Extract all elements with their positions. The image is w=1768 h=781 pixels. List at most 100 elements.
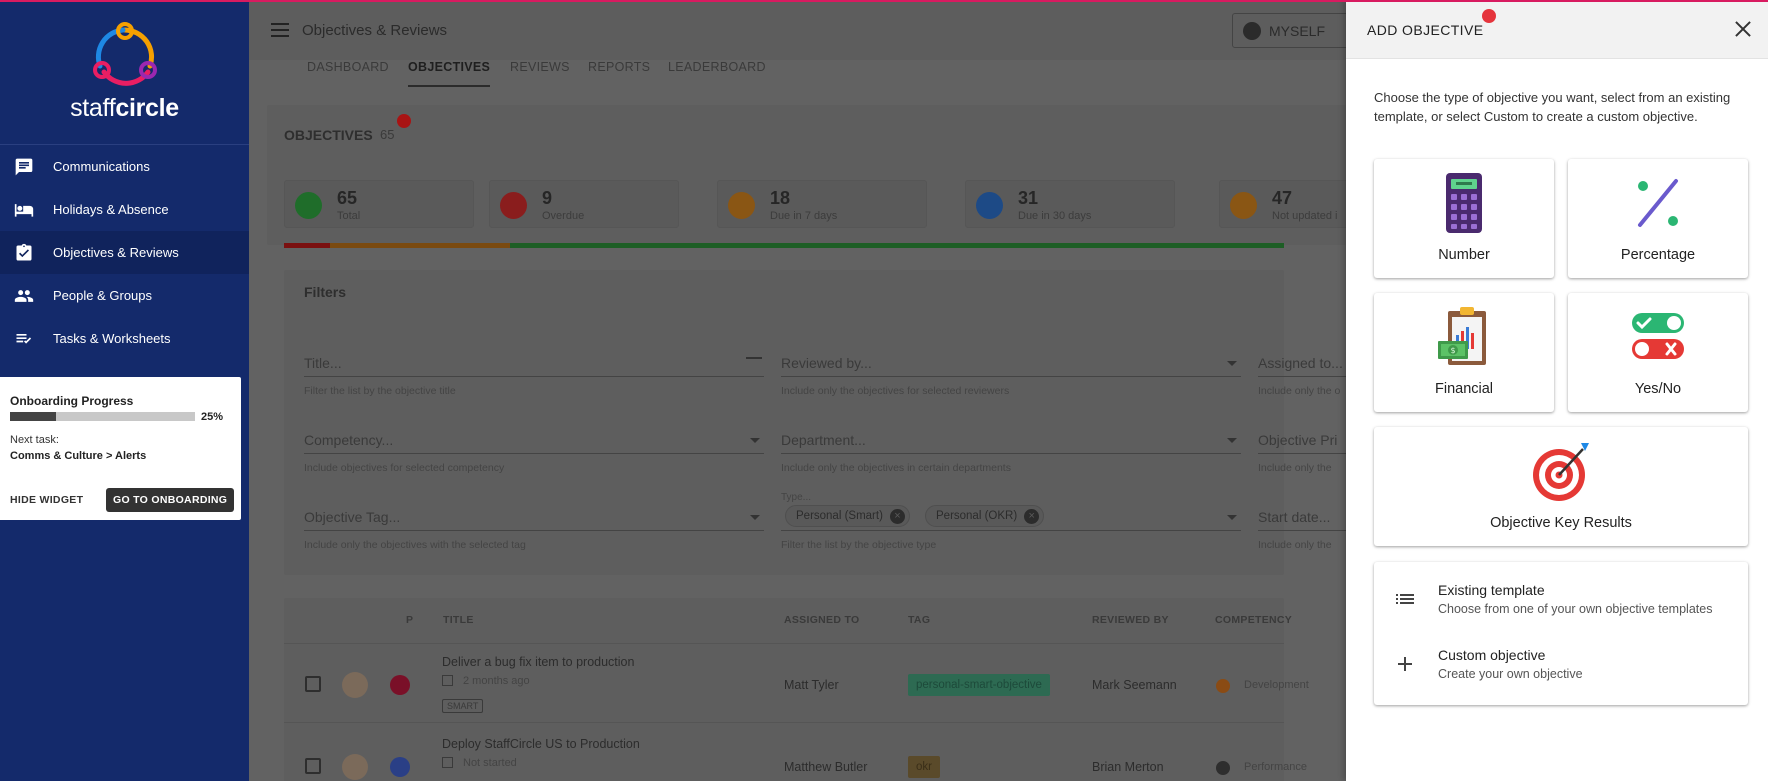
objective-type-percentage[interactable]: Percentage — [1568, 159, 1748, 278]
plus-icon — [1398, 657, 1412, 671]
objective-type-number[interactable]: Number — [1374, 159, 1554, 278]
column-header-competency[interactable]: COMPETENCY — [1215, 614, 1292, 626]
column-header-title[interactable]: TITLE — [443, 614, 474, 626]
objective-priority-hint: Include only the — [1258, 462, 1332, 474]
calculator-icon — [1446, 173, 1482, 233]
row-kind-badge: SMART — [442, 699, 484, 713]
sidebar-item-holidays[interactable]: Holidays & Absence — [0, 188, 249, 231]
onboarding-progress-fill — [10, 412, 57, 421]
stat-due-30-days[interactable]: 31 Due in 30 days — [965, 180, 1175, 228]
row-checkbox[interactable] — [305, 676, 321, 692]
notification-dot — [397, 114, 411, 128]
tab-objectives[interactable]: OBJECTIVES — [408, 60, 491, 87]
onboarding-widget: Onboarding Progress 25% Next task: Comms… — [0, 377, 241, 520]
row-competency: Performance — [1244, 761, 1307, 773]
tab-reviews[interactable]: REVIEWS — [510, 60, 570, 74]
sidebar-item-label: Tasks & Worksheets — [53, 331, 171, 346]
title-filter-input[interactable]: Title... — [304, 351, 764, 377]
objective-priority-placeholder: Objective Pri — [1258, 432, 1338, 448]
existing-template-subtitle: Choose from one of your own objective te… — [1438, 602, 1713, 616]
people-icon — [14, 289, 34, 302]
warning-icon — [1230, 192, 1257, 219]
type-chip-personal-okr[interactable]: Personal (OKR) × — [925, 505, 1045, 527]
top-accent-line — [0, 0, 1768, 2]
myself-button[interactable]: MYSELF — [1232, 13, 1350, 48]
department-select[interactable]: Department... — [781, 428, 1241, 454]
calendar-icon — [442, 675, 453, 686]
stat-not-updated[interactable]: 47 Not updated i — [1219, 180, 1349, 228]
objective-type-yes-no[interactable]: Yes/No — [1568, 293, 1748, 412]
chevron-down-icon — [1227, 515, 1237, 520]
avatar — [342, 672, 368, 698]
objective-type-okr[interactable]: Objective Key Results — [1374, 427, 1748, 546]
assigned-to-select[interactable]: Assigned to... — [1258, 351, 1348, 377]
close-icon[interactable]: × — [1024, 509, 1040, 524]
objective-type-financial[interactable]: $ Financial — [1374, 293, 1554, 412]
competency-select[interactable]: Competency... — [304, 428, 764, 454]
financial-clipboard-icon: $ — [1438, 307, 1486, 365]
row-due: Not started — [463, 757, 517, 769]
calendar-icon — [442, 757, 453, 768]
column-header-tag[interactable]: TAG — [908, 614, 930, 626]
row-title[interactable]: Deliver a bug fix item to production — [442, 655, 634, 669]
onboarding-percent: 25% — [201, 411, 224, 423]
tile-label: Financial — [1434, 381, 1494, 397]
add-objective-drawer: ADD OBJECTIVE Choose the type of objecti… — [1346, 0, 1768, 781]
objective-priority-select[interactable]: Objective Pri — [1258, 428, 1348, 454]
brand-suffix: circle — [115, 93, 179, 122]
tab-reports[interactable]: REPORTS — [588, 60, 650, 74]
next-task-value: Comms & Culture > Alerts — [10, 450, 147, 462]
stat-due-7-days[interactable]: 18 Due in 7 days — [717, 180, 927, 228]
column-header-priority[interactable]: P — [406, 614, 413, 626]
start-date-hint: Include only the — [1258, 539, 1332, 551]
sidebar-item-label: Communications — [53, 159, 150, 174]
objective-tag-select[interactable]: Objective Tag... — [304, 505, 764, 531]
priority-indicator — [390, 757, 410, 777]
row-checkbox[interactable] — [305, 758, 321, 774]
stat-total[interactable]: 65 Total — [284, 180, 474, 228]
brand-logo[interactable]: staffcircle — [0, 0, 249, 145]
column-header-assigned[interactable]: ASSIGNED TO — [784, 614, 859, 626]
existing-template-title: Existing template — [1438, 582, 1545, 598]
reviewed-by-select[interactable]: Reviewed by... — [781, 351, 1241, 377]
chevron-down-icon — [750, 438, 760, 443]
onboarding-progress-bar — [10, 412, 195, 421]
stat-label: Due in 30 days — [1018, 210, 1092, 222]
existing-template-option[interactable]: Existing template Choose from one of you… — [1374, 568, 1748, 630]
chip-label: Personal (Smart) — [796, 510, 883, 522]
custom-objective-title: Custom objective — [1438, 647, 1546, 663]
stat-number: 65 — [337, 188, 358, 208]
stat-label: Total — [337, 210, 361, 222]
title-filter-hint: Filter the list by the objective title — [304, 385, 456, 397]
tab-leaderboard[interactable]: LEADERBOARD — [668, 60, 766, 74]
target-icon — [1533, 443, 1589, 501]
competency-icon — [1216, 761, 1230, 775]
sidebar-item-objectives[interactable]: Objectives & Reviews — [0, 231, 249, 274]
stat-overdue[interactable]: 9 Overdue — [489, 180, 679, 228]
reviewed-by-placeholder: Reviewed by... — [781, 355, 872, 371]
hamburger-menu-icon[interactable] — [271, 23, 289, 37]
objectives-heading: OBJECTIVES — [284, 127, 373, 143]
type-hint: Filter the list by the objective type — [781, 539, 937, 551]
custom-objective-option[interactable]: Custom objective Create your own objecti… — [1374, 633, 1748, 695]
row-title[interactable]: Deploy StaffCircle US to Production — [442, 737, 640, 751]
start-date-input[interactable]: Start date... — [1258, 505, 1348, 531]
tab-dashboard[interactable]: DASHBOARD — [307, 60, 389, 74]
chevron-down-icon — [750, 515, 760, 520]
tile-label: Yes/No — [1634, 381, 1682, 397]
myself-label: MYSELF — [1269, 22, 1326, 39]
close-icon[interactable] — [1734, 20, 1752, 38]
sidebar-item-people[interactable]: People & Groups — [0, 274, 249, 317]
svg-text:$: $ — [1450, 346, 1455, 355]
next-task-label: Next task: — [10, 434, 59, 446]
type-chip-personal-smart[interactable]: Personal (Smart) × — [785, 505, 910, 527]
stat-number: 47 — [1272, 188, 1293, 208]
sidebar-item-tasks[interactable]: Tasks & Worksheets — [0, 317, 249, 360]
calendar-icon — [728, 192, 755, 219]
sidebar-item-communications[interactable]: Communications — [0, 145, 249, 188]
page-title: Objectives & Reviews — [302, 22, 448, 39]
go-to-onboarding-button[interactable]: GO TO ONBOARDING — [106, 488, 235, 512]
close-icon[interactable]: × — [889, 509, 905, 524]
column-header-reviewed-by[interactable]: REVIEWED BY — [1092, 614, 1169, 626]
hide-widget-button[interactable]: HIDE WIDGET — [10, 494, 83, 506]
